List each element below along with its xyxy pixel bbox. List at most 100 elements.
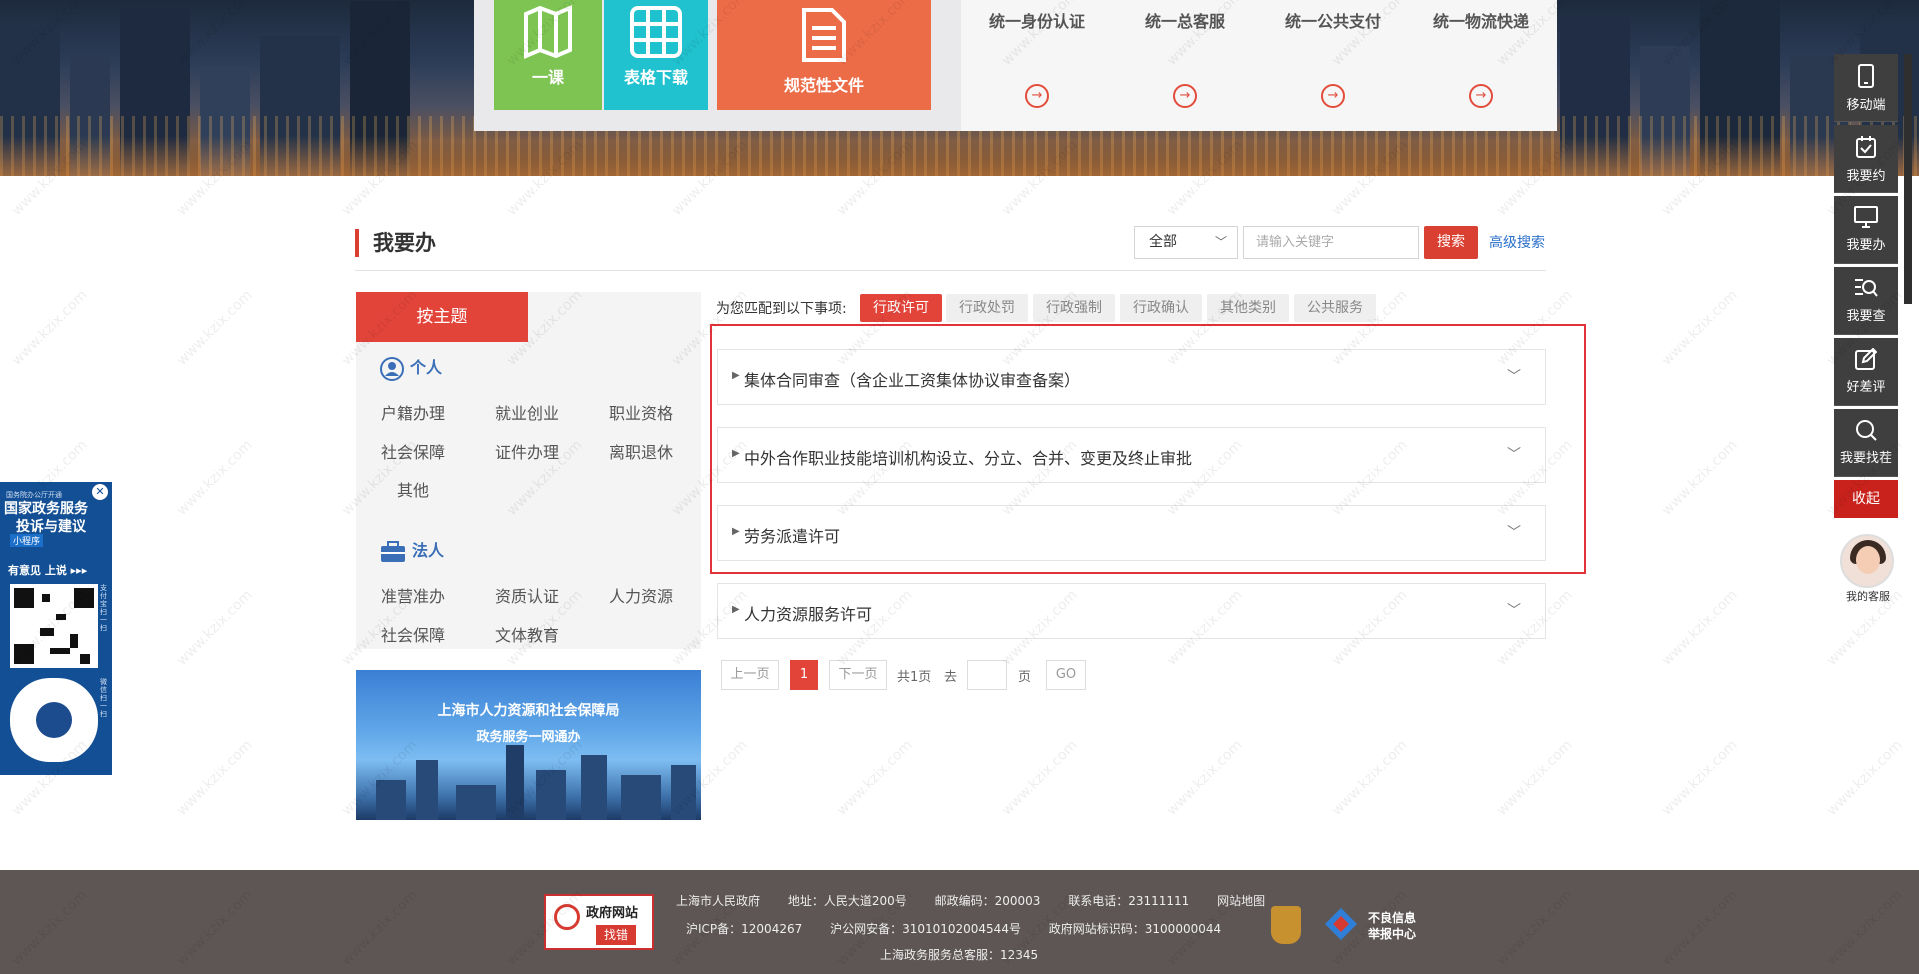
go-button[interactable]: GO [1046,660,1086,690]
footer-row2: 沪ICP备：12004267 沪公网安备：31010102004544号 政府网… [686,920,1245,937]
party-emblem-icon[interactable] [1271,906,1301,944]
watermark-text: www.kzix.com [1658,737,1741,819]
watermark-text: www.kzix.com [1658,437,1741,519]
float-side-text1: 支付宝扫一扫 [100,584,107,632]
footer-gov-link[interactable]: 上海市人民政府 [676,894,760,908]
advanced-search-link[interactable]: 高级搜索 [1489,232,1545,252]
service-identity-auth[interactable]: 统一身份认证 → [961,0,1113,131]
next-page-button[interactable]: 下一页 [829,660,887,690]
category-item[interactable]: 离职退休 [609,439,673,463]
footer-police[interactable]: 沪公网安备：31010102004544号 [830,922,1021,936]
tab-administrative-coercion[interactable]: 行政强制 [1033,294,1115,322]
category-item[interactable]: 资质认证 [495,583,559,607]
footer-icp[interactable]: 沪ICP备：12004267 [686,922,802,936]
filter-label: 为您匹配到以下事项: [716,301,847,317]
right-bar-mobile-label: 移动端 [1846,98,1886,113]
search-icon [1856,420,1877,441]
prev-page-button[interactable]: 上一页 [721,660,779,690]
page-total: 共1页 [897,670,932,685]
right-bar-appointment-label: 我要约 [1846,169,1886,184]
service-identity-auth-label: 统一身份认证 [988,12,1085,31]
footer-hotline: 上海政务服务总客服：12345 [880,948,1039,962]
group-personal-label: 个人 [410,358,443,377]
page-number-current[interactable]: 1 [790,660,818,690]
service-customer-center[interactable]: 统一总客服 → [1109,0,1261,131]
tab-public-service[interactable]: 公共服务 [1294,294,1376,322]
right-bar-handle[interactable]: 我要办 [1834,196,1898,264]
right-bar-query[interactable]: 我要查 [1834,267,1898,335]
chevron-down-icon[interactable]: ﹀ [1507,600,1521,620]
footer-gov-id: 政府网站标识码：3100000044 [1048,922,1222,936]
category-item[interactable]: 社会保障 [381,622,445,646]
right-bar-find-fault[interactable]: 我要找茬 [1834,409,1898,477]
arrow-right-icon: → [1469,84,1493,108]
search-input[interactable] [1243,226,1419,259]
tab-administrative-license[interactable]: 行政许可 [860,294,942,322]
footer-sitemap-link[interactable]: 网站地图 [1217,894,1265,908]
customer-service-avatar[interactable] [1840,534,1894,588]
tab-by-theme[interactable]: 按主题 [356,292,528,342]
watermark-text: www.kzix.com [173,287,256,369]
footer-postcode: 邮政编码：200003 [934,894,1041,908]
tab-administrative-penalty[interactable]: 行政处罚 [946,294,1028,322]
group-personal: 个人 [380,354,442,381]
tile-course[interactable]: 一课 [494,0,602,110]
right-bar-find-fault-label: 我要找茬 [1839,451,1892,466]
category-item[interactable]: 就业创业 [495,400,559,424]
arrow-right-icon: → [1173,84,1197,108]
table-icon [630,6,682,58]
service-customer-center-label: 统一总客服 [1144,12,1225,31]
search-button[interactable]: 搜索 [1424,226,1478,259]
float-title1: 国家政务服务 [4,501,88,517]
briefcase-icon [381,540,405,562]
tile-normative-docs[interactable]: 规范性文件 [717,0,931,110]
goto-page-input[interactable] [967,660,1007,690]
group-legal: 法人 [380,537,444,563]
category-item[interactable]: 职业资格 [609,400,673,424]
tile-normative-docs-label: 规范性文件 [783,76,864,95]
scope-select[interactable]: 全部 ﹀ [1134,226,1238,259]
result-item[interactable]: ▶ 人力资源服务许可 ﹀ [717,583,1546,639]
category-item[interactable]: 户籍办理 [381,400,445,424]
report-center-icon[interactable] [1323,906,1359,942]
alipay-qr-code [10,584,98,668]
badge-bottom-text: 找错 [596,925,636,945]
edit-icon [1855,348,1877,370]
right-bar-query-label: 我要查 [1846,309,1886,324]
watermark-text: www.kzix.com [1658,287,1741,369]
promo-subtitle: 政务服务一网通办 [476,730,581,745]
watermark-text: www.kzix.com [833,737,916,819]
group-legal-label: 法人 [412,541,445,560]
float-cta: 有意见 上说 ▸▸▸ [8,564,88,577]
right-bar-appointment[interactable]: 我要约 [1834,125,1898,193]
tab-administrative-confirmation[interactable]: 行政确认 [1120,294,1202,322]
right-bar-mobile[interactable]: 移动端 [1834,54,1898,122]
promo-title: 上海市人力资源和社会保障局 [437,703,620,719]
collapse-button[interactable]: 收起 [1834,480,1898,518]
tile-form-download[interactable]: 表格下载 [604,0,708,110]
right-bar-rating[interactable]: 好差评 [1834,338,1898,406]
service-public-payment[interactable]: 统一公共支付 → [1257,0,1409,131]
watermark-text: www.kzix.com [173,737,256,819]
category-item[interactable]: 证件办理 [495,439,559,463]
complaint-float-panel[interactable]: 国务院办公厅开通 ✕ 国家政务服务 投诉与建议 小程序 有意见 上说 ▸▸▸ 支… [0,482,112,775]
tile-form-download-label: 表格下载 [623,68,688,87]
scroll-strip [1904,54,1912,304]
category-item[interactable]: 其他 [397,477,429,501]
category-item[interactable]: 社会保障 [381,439,445,463]
report-center-label[interactable]: 不良信息 举报中心 [1368,910,1416,942]
gov-site-error-badge[interactable]: 政府网站 找错 [544,894,654,950]
tab-other-category[interactable]: 其他类别 [1207,294,1289,322]
service-logistics[interactable]: 统一物流快递 → [1405,0,1557,131]
watermark-text: www.kzix.com [8,287,91,369]
watermark-text: www.kzix.com [1328,737,1411,819]
watermark-text: www.kzix.com [1493,737,1576,819]
category-item[interactable]: 准营准办 [381,583,445,607]
watermark-text: www.kzix.com [1658,587,1741,669]
category-item[interactable]: 人力资源 [609,583,673,607]
close-icon[interactable]: ✕ [92,484,108,500]
result-item-title: 人力资源服务许可 [744,605,873,624]
category-item[interactable]: 文体教育 [495,622,559,646]
promo-banner[interactable]: 上海市人力资源和社会保障局 政务服务一网通办 [356,670,701,820]
customer-service-label[interactable]: 我的客服 [1838,588,1898,604]
